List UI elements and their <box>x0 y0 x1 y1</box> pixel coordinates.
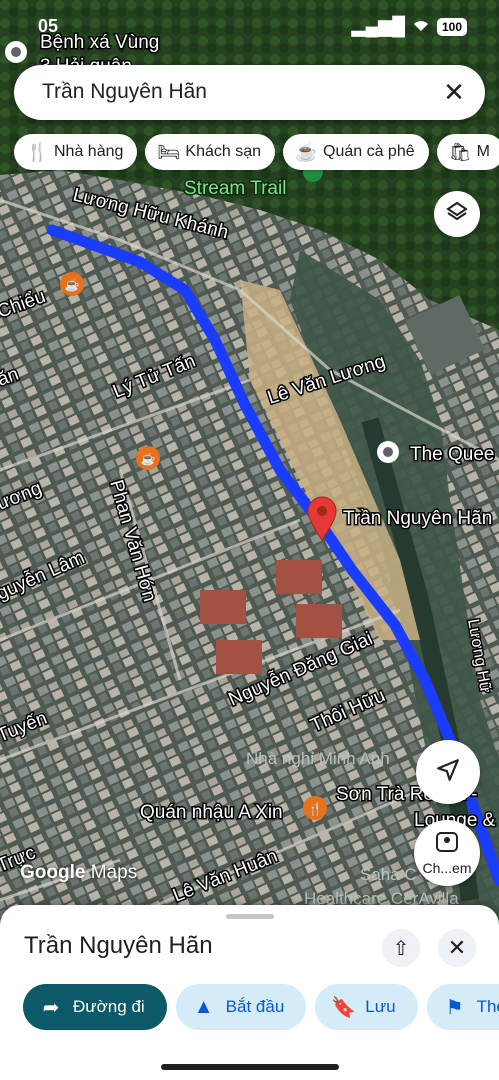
street-view-button[interactable]: Ch...em <box>414 820 480 886</box>
navigation-icon: ▲ <box>193 995 214 1018</box>
chip-shopping[interactable]: 🛍 M <box>436 134 499 170</box>
street-view-label: Ch...em <box>422 859 472 876</box>
chip-label: Khách sạn <box>185 143 261 160</box>
maps-logo-text: Maps <box>90 862 138 883</box>
poi-hospital-icon[interactable] <box>5 41 27 63</box>
coffee-icon: ☕ <box>295 141 318 162</box>
place-title: Trần Nguyên Hãn <box>24 932 213 959</box>
action-label: Bắt đầu <box>225 997 285 1016</box>
restaurant-icon: 🍴 <box>26 141 49 162</box>
sheet-drag-handle[interactable] <box>226 914 274 919</box>
map-label: The Quee <box>410 444 495 465</box>
chip-restaurants[interactable]: 🍴 Nhà hàng <box>14 134 138 170</box>
map-label: Nhà nghỉ Minh Anh <box>246 749 390 768</box>
place-bottom-sheet[interactable]: Trần Nguyên Hãn ⇧ ✕ ➦ Đường đi ▲ Bắt đầu 🔖 Lư… <box>0 905 499 1080</box>
close-icon: ✕ <box>447 935 467 960</box>
hotel-icon: 🛏 <box>157 141 181 162</box>
bookmark-icon: 🔖 <box>331 996 357 1019</box>
chip-label: Quán cà phê <box>323 143 415 160</box>
directions-button[interactable]: ➦ Đường đi <box>23 984 167 1030</box>
poi-hotel-icon[interactable] <box>377 441 399 463</box>
share-button[interactable]: ⇧ <box>382 929 420 967</box>
svg-text:☕: ☕ <box>65 277 80 292</box>
my-location-button[interactable] <box>416 740 480 804</box>
poi-cafe-icon[interactable]: ☕ <box>136 446 160 470</box>
save-button[interactable]: 🔖 Lưu <box>315 984 418 1030</box>
action-label: Thê <box>476 997 499 1016</box>
directions-icon: ➦ <box>42 996 60 1019</box>
action-buttons: ➦ Đường đi ▲ Bắt đầu 🔖 Lưu ⚑ Thê <box>23 984 499 1032</box>
share-icon: ⇧ <box>392 937 410 960</box>
google-maps-attribution: Google Maps <box>20 862 137 884</box>
start-button[interactable]: ▲ Bắt đầu <box>175 984 307 1030</box>
chip-cafes[interactable]: ☕ Quán cà phê <box>283 134 429 170</box>
poi-restaurant-icon[interactable]: 🍴 <box>303 796 327 820</box>
category-chips: 🍴 Nhà hàng 🛏 Khách sạn ☕ Quán cà phê 🛍 M <box>14 134 499 172</box>
layers-icon <box>445 200 469 229</box>
wifi-icon <box>411 16 431 37</box>
layers-button[interactable] <box>434 191 480 237</box>
map-label: Trần Nguyên Hãn <box>343 508 492 529</box>
clear-search-button[interactable]: ✕ <box>439 77 469 107</box>
chip-label: Nhà hàng <box>54 143 124 160</box>
chip-label: M <box>476 143 490 160</box>
action-label: Đường đi <box>73 997 145 1016</box>
flag-icon: ⚑ <box>445 996 464 1019</box>
search-bar[interactable]: Trần Nguyên Hãn ✕ <box>14 65 485 120</box>
map-label: Stream Trail <box>184 178 286 199</box>
street-view-icon <box>435 831 459 858</box>
battery-icon: 100 <box>436 17 467 36</box>
action-label: Lưu <box>365 997 396 1016</box>
poi-cafe-icon[interactable]: ☕ <box>60 272 84 296</box>
add-label-button[interactable]: ⚑ Thê <box>426 984 499 1030</box>
map-label: Saha C <box>360 865 417 884</box>
home-indicator[interactable] <box>161 1064 339 1070</box>
svg-text:☕: ☕ <box>141 451 156 466</box>
chip-hotels[interactable]: 🛏 Khách sạn <box>145 134 275 170</box>
navigation-arrow-icon <box>435 757 461 788</box>
close-button[interactable]: ✕ <box>438 929 476 967</box>
google-logo-text: Google <box>20 862 86 883</box>
svg-text:🍴: 🍴 <box>308 802 323 816</box>
signal-icon: ▂▄▆█ <box>351 16 405 36</box>
status-bar: 05 ▂▄▆█ 100 <box>0 14 499 40</box>
status-time: 05 <box>38 16 59 36</box>
shopping-bag-icon: 🛍 <box>448 141 472 162</box>
search-query[interactable]: Trần Nguyên Hãn <box>42 80 207 104</box>
map-label: Quán nhậu A Xin <box>140 802 283 823</box>
